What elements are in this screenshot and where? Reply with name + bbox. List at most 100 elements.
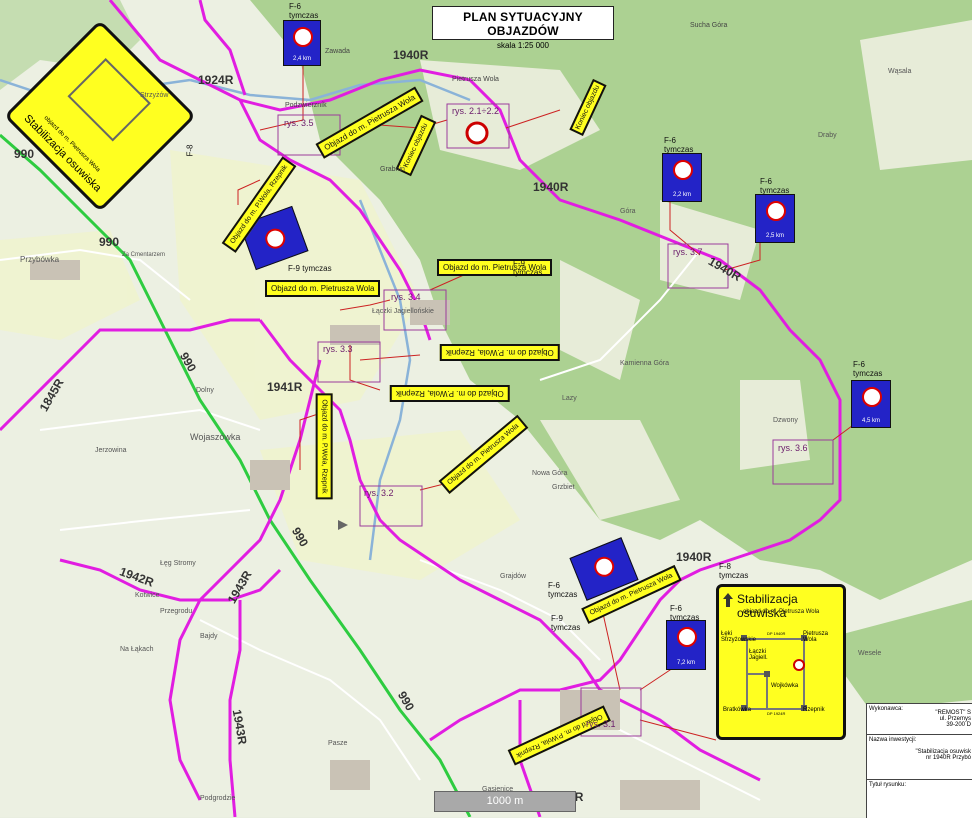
- rys-label-3-7: rys. 3.7: [673, 247, 703, 257]
- panel-road-1: DP 1940R: [767, 631, 786, 636]
- map-title-box: PLAN SYTUACYJNY OBJAZDÓW skala 1:25 000: [432, 6, 614, 50]
- investment-label: Nazwa inwestycji:: [869, 737, 917, 743]
- place-grabnin: Grabnin: [380, 166, 405, 173]
- place-wojaszowka: Wojaszówka: [190, 432, 241, 442]
- panel-title: Stabilizacja osuwiska: [737, 592, 798, 620]
- title-block-investment: Nazwa inwestycji: "Stabilizacja osuwisk …: [867, 735, 972, 780]
- title-block-drawing-title: Tytuł rysunku:: [867, 780, 972, 810]
- road-label-990-a: 990: [14, 147, 35, 161]
- f6-label-2: F-6 tymczas: [664, 136, 694, 154]
- title-block-panel: Wykonawca: "REMOST" S ul. Przemys 39-200…: [866, 703, 972, 818]
- up-arrow-icon: [723, 593, 733, 607]
- f6-sign-25km: 2,5 km: [755, 194, 795, 243]
- place-wasala: Wąsala: [888, 68, 912, 75]
- place-dolny: Dolny: [196, 387, 214, 394]
- investment-text: "Stabilizacja osuwisk nr 1940R Przybó: [915, 749, 972, 761]
- place-pasze: Pasze: [328, 740, 348, 747]
- detour-sign-vertical-1: Objazd do m. P.Wola, Rzepnik: [315, 393, 333, 500]
- f9-label-1: F-9 tymczas: [288, 264, 332, 273]
- panel-town-5: Bratkówka: [723, 707, 752, 713]
- no-entry-icon: [766, 201, 786, 221]
- f6-sign-45km: 4,5 km: [851, 380, 891, 428]
- place-przybowka: Przybówka: [20, 255, 60, 264]
- no-entry-icon: [293, 27, 313, 47]
- road-label-1940r-b: 1940R: [533, 180, 569, 194]
- f6-label-1: F-6 tymczas: [289, 2, 319, 20]
- rys-label-3-2: rys. 3.2: [364, 488, 394, 498]
- detour-sign-pietrusza-1: Objazd do m. Pietrusza Wola: [265, 280, 381, 297]
- rys-label-3-3: rys. 3.3: [323, 344, 353, 354]
- rys-label-3-5: rys. 3.5: [284, 118, 314, 128]
- place-podgrodzie: Podgrodzie: [200, 795, 236, 802]
- place-jerzowina: Jerzowina: [95, 447, 127, 454]
- place-laczki: Łączki Jagiellońskie: [372, 308, 434, 315]
- panel-town-1: Łęki Strzyżowskie: [721, 631, 757, 643]
- road-label-1941r: 1941R: [267, 380, 303, 394]
- place-nowa-gora: Nowa Góra: [532, 470, 568, 477]
- panel-subtitle: objazd do m. Pietrusza Wola: [743, 609, 820, 615]
- f8-tymczas-label: F-8 tymczas: [719, 562, 749, 580]
- place-sucha-gora: Sucha Góra: [690, 22, 728, 29]
- place-leg-stromy: Łęg Stromy: [160, 560, 196, 567]
- detour-scheme-panel: Stabilizacja osuwiska objazd do m. Pietr…: [716, 584, 846, 740]
- f8-label-rotated: F-8: [185, 144, 195, 157]
- detour-sign-pwola-rzepnik-1: Objazd do m. P.Wola, Rzepnik: [440, 344, 560, 361]
- f9-tymczas-label: F-9 tymczas: [551, 614, 581, 632]
- panel-town-2: Pietrusza Wola: [803, 631, 829, 643]
- place-dzwony: Dzwony: [773, 417, 798, 424]
- place-na-lakach: Na Łąkach: [120, 646, 154, 653]
- title-block-contractor: Wykonawca: "REMOST" S ul. Przemys 39-200…: [867, 704, 972, 735]
- detour-sign-pwola-rzepnik-2: Objazd do m. P.Wola, Rzepnik: [390, 385, 510, 402]
- f9-label-2: F-9 tymczas: [513, 259, 543, 277]
- place-grajdow: Grajdów: [500, 573, 527, 580]
- place-kotwice: Kotwice: [135, 592, 160, 599]
- rys-label-3-6: rys. 3.6: [778, 443, 808, 453]
- road-label-1924r: 1924R: [198, 73, 234, 87]
- panel-town-3: Łączki Jagiell.: [749, 649, 768, 661]
- rys-label-2-1: rys. 2.1÷2.2: [452, 106, 499, 116]
- no-entry-icon: [862, 387, 882, 407]
- place-draby: Draby: [818, 132, 837, 139]
- km-label: 7,2 km: [676, 660, 695, 666]
- place-przegrodu: Przegrodu: [160, 608, 193, 615]
- km-label: 4,5 km: [861, 418, 880, 424]
- km-label: 2,5 km: [765, 233, 784, 239]
- rys-label-3-4: rys. 3.4: [391, 292, 421, 302]
- contractor-label: Wykonawca:: [869, 706, 903, 712]
- map-title: PLAN SYTUACYJNY OBJAZDÓW: [463, 10, 583, 38]
- scale-bar: 1000 m: [434, 791, 576, 812]
- f6-tymczas-label: F-6 tymczas: [548, 581, 578, 599]
- rys-label-3-1: rys. 3.1: [586, 719, 616, 729]
- place-bajdy: Bajdy: [200, 633, 218, 640]
- place-zawada: Zawada: [325, 48, 350, 55]
- contractor-text: "REMOST" S ul. Przemys 39-200 D: [935, 710, 971, 728]
- panel-town-4: Wojkówka: [771, 683, 799, 689]
- panel-road-2: DP 1924R: [767, 711, 786, 716]
- place-strzyzow: Strzyżów: [140, 92, 169, 99]
- place-za-cmentarzem: Za Cmentarzem: [122, 252, 166, 258]
- no-entry-icon: [591, 553, 618, 580]
- place-kamienna-gora: Kamienna Góra: [620, 360, 670, 367]
- closure-circle-icon: [465, 121, 489, 145]
- f6-label-4: F-6 tymczas: [853, 360, 883, 378]
- place-gora: Góra: [620, 208, 636, 215]
- road-label-990-b: 990: [99, 235, 120, 249]
- km-label: 2,4 km: [292, 56, 311, 62]
- f6-label-3: F-6 tymczas: [760, 177, 790, 195]
- f6-sign-72km: 7,2 km: [666, 620, 706, 670]
- place-pietrusza-wola: Pietrusza Wola: [452, 76, 499, 83]
- rotated-panel-diagram: [67, 58, 151, 142]
- drawing-title-label: Tytuł rysunku:: [869, 782, 907, 788]
- road-label-1940r-a: 1940R: [393, 48, 429, 62]
- km-label: 2,2 km: [672, 192, 691, 198]
- road-label-1940r-d: 1940R: [676, 550, 712, 564]
- panel-town-6: Rzepnik: [803, 707, 825, 713]
- f6-sign-22km: 2,2 km: [662, 153, 702, 202]
- no-entry-icon: [262, 225, 289, 252]
- no-entry-icon: [673, 160, 693, 180]
- place-grzbiet: Grzbiet: [552, 484, 575, 491]
- place-lazy: Lazy: [562, 395, 577, 402]
- place-wesele: Wesele: [858, 650, 882, 657]
- map-scale: skala 1:25 000: [496, 41, 550, 50]
- f6-sign-24km: 2,4 km: [283, 20, 321, 66]
